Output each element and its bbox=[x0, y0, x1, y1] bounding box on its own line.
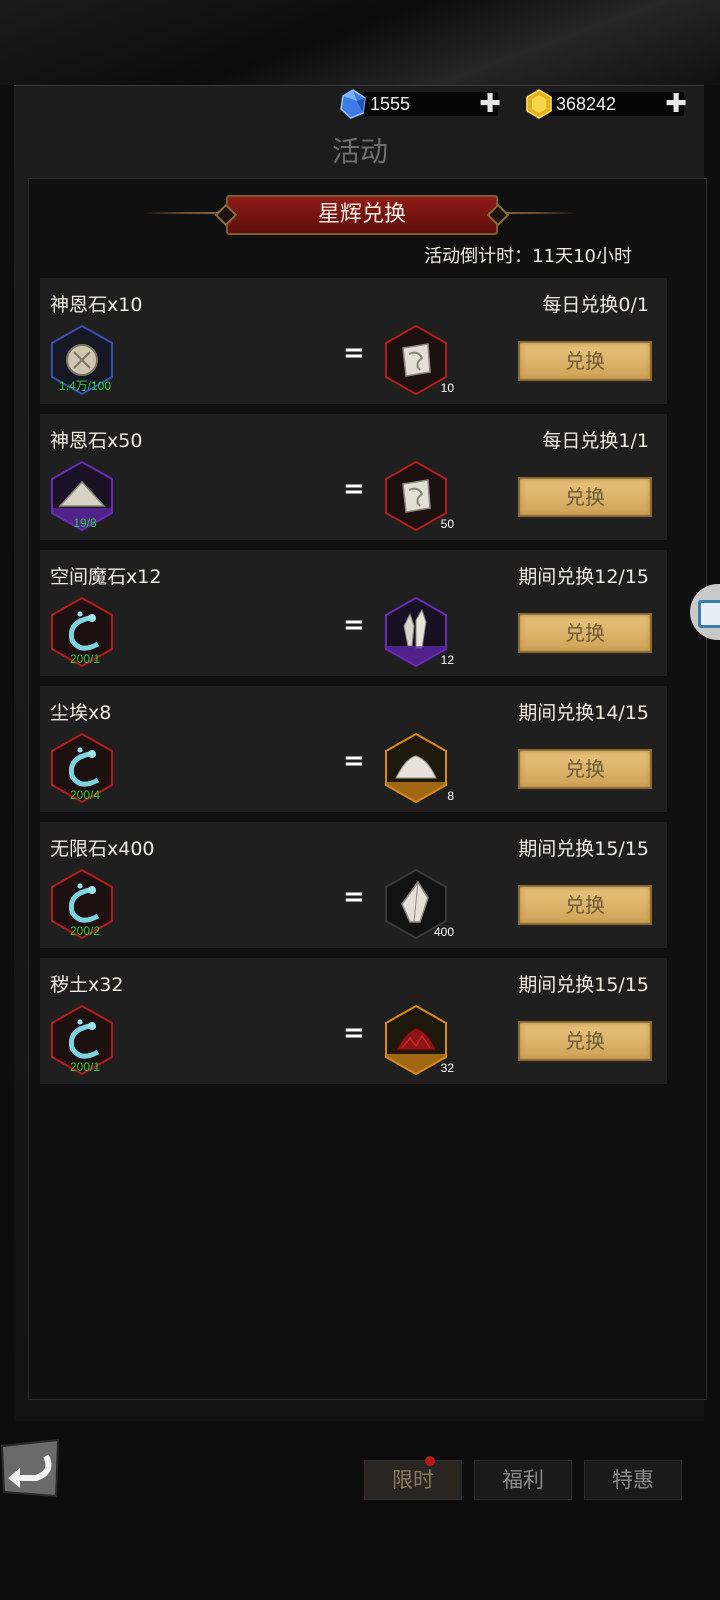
currency-gold: 368242 ✚ bbox=[524, 89, 687, 119]
tab-label: 特惠 bbox=[612, 1468, 654, 1492]
reward-item-slot[interactable]: 400 bbox=[384, 868, 454, 940]
tab-special-offer[interactable]: 特惠 bbox=[584, 1460, 682, 1500]
event-title: 星辉兑换 bbox=[317, 202, 406, 227]
reward-count: 10 bbox=[440, 381, 454, 395]
equals-sign: = bbox=[343, 474, 365, 504]
reward-name: 神恩石x10 bbox=[50, 294, 143, 316]
reward-name: 尘埃x8 bbox=[50, 702, 112, 724]
exchange-row: 无限石x400 期间兑换15/15 200/2 = 400 兑换 bbox=[40, 822, 667, 948]
event-banner: 星辉兑换 bbox=[214, 195, 510, 235]
reward-item-slot[interactable]: 32 bbox=[384, 1004, 454, 1076]
tab-label: 限时 bbox=[392, 1468, 434, 1492]
event-countdown: 活动倒计时：11天10小时 bbox=[424, 246, 632, 267]
currency-diamond: 1555 ✚ bbox=[338, 89, 501, 119]
cost-progress: 200/1 bbox=[69, 652, 101, 666]
blue-crystal-icon bbox=[340, 89, 366, 119]
reward-item-slot[interactable]: 10 bbox=[384, 324, 454, 396]
cost-progress: 200/2 bbox=[69, 924, 101, 938]
exchange-limit: 期间兑换15/15 bbox=[518, 838, 649, 860]
exchange-limit: 期间兑换12/15 bbox=[518, 566, 649, 588]
exchange-button[interactable]: 兑换 bbox=[518, 613, 652, 653]
tab-welfare[interactable]: 福利 bbox=[474, 1460, 572, 1500]
reward-count: 400 bbox=[433, 925, 454, 939]
equals-sign: = bbox=[343, 610, 365, 640]
reward-count: 12 bbox=[440, 653, 454, 667]
cost-progress: 1.4万/100 bbox=[58, 379, 112, 393]
reward-name: 神恩石x50 bbox=[50, 430, 143, 452]
exchange-row: 尘埃x8 期间兑换14/15 200/4 = 8 兑换 bbox=[40, 686, 667, 812]
add-diamond-button[interactable]: ✚ bbox=[478, 91, 502, 117]
exchange-row: 神恩石x50 每日兑换1/1 19/8 = 50 兑换 bbox=[40, 414, 667, 540]
reward-name: 空间魔石x12 bbox=[50, 566, 162, 588]
space-crystal-icon bbox=[385, 596, 447, 668]
equals-sign: = bbox=[343, 882, 365, 912]
reward-name: 秽土x32 bbox=[50, 974, 124, 996]
equals-sign: = bbox=[343, 746, 365, 776]
cost-item-slot[interactable]: 200/1 bbox=[50, 1004, 114, 1076]
equals-sign: = bbox=[343, 338, 365, 368]
exchange-button[interactable]: 兑换 bbox=[518, 477, 652, 517]
cost-item-slot[interactable]: 200/4 bbox=[50, 732, 114, 804]
exchange-row: 神恩石x10 每日兑换0/1 1.4万/100 = 10 兑换 bbox=[40, 278, 667, 404]
exchange-limit: 每日兑换1/1 bbox=[542, 430, 649, 452]
exchange-limit: 期间兑换15/15 bbox=[518, 974, 649, 996]
reward-item-slot[interactable]: 8 bbox=[384, 732, 454, 804]
cost-item-slot[interactable]: 1.4万/100 bbox=[50, 324, 114, 396]
grace-stone-icon bbox=[385, 324, 447, 396]
equals-sign: = bbox=[343, 1018, 365, 1048]
top-background bbox=[0, 0, 720, 85]
cost-item-slot[interactable]: 200/1 bbox=[50, 596, 114, 668]
exchange-row: 秽土x32 期间兑换15/15 200/1 = 32 兑换 bbox=[40, 958, 667, 1084]
tab-limited[interactable]: 限时 bbox=[364, 1456, 462, 1500]
reward-item-slot[interactable]: 50 bbox=[384, 460, 454, 532]
exchange-limit: 期间兑换14/15 bbox=[518, 702, 649, 724]
filth-soil-icon bbox=[385, 1004, 447, 1076]
gold-crystal-icon bbox=[526, 89, 552, 119]
reward-name: 无限石x400 bbox=[50, 838, 155, 860]
cost-progress: 200/1 bbox=[69, 1060, 101, 1074]
dust-pile-icon bbox=[385, 732, 447, 804]
cost-item-slot[interactable]: 200/2 bbox=[50, 868, 114, 940]
add-gold-button[interactable]: ✚ bbox=[664, 91, 688, 117]
banner-divider-left bbox=[142, 212, 226, 214]
cost-progress: 200/4 bbox=[69, 788, 101, 802]
reward-count: 32 bbox=[440, 1061, 454, 1075]
exchange-button[interactable]: 兑换 bbox=[518, 341, 652, 381]
reward-count: 50 bbox=[440, 517, 454, 531]
notification-dot bbox=[425, 1456, 435, 1466]
back-arrow-icon[interactable] bbox=[0, 1438, 62, 1500]
exchange-button[interactable]: 兑换 bbox=[518, 885, 652, 925]
reward-count: 8 bbox=[447, 789, 454, 803]
exchange-limit: 每日兑换0/1 bbox=[542, 294, 649, 316]
tab-label: 福利 bbox=[502, 1468, 544, 1492]
cost-progress: 19/8 bbox=[73, 516, 97, 530]
grace-stone-icon bbox=[385, 460, 447, 532]
page-title: 活动 bbox=[331, 135, 388, 168]
cost-item-slot[interactable]: 19/8 bbox=[50, 460, 114, 532]
exchange-row: 空间魔石x12 期间兑换12/15 200/1 = 12 兑换 bbox=[40, 550, 667, 676]
cube-icon bbox=[698, 600, 720, 628]
exchange-button[interactable]: 兑换 bbox=[518, 749, 652, 789]
reward-item-slot[interactable]: 12 bbox=[384, 596, 454, 668]
exchange-button[interactable]: 兑换 bbox=[518, 1021, 652, 1061]
